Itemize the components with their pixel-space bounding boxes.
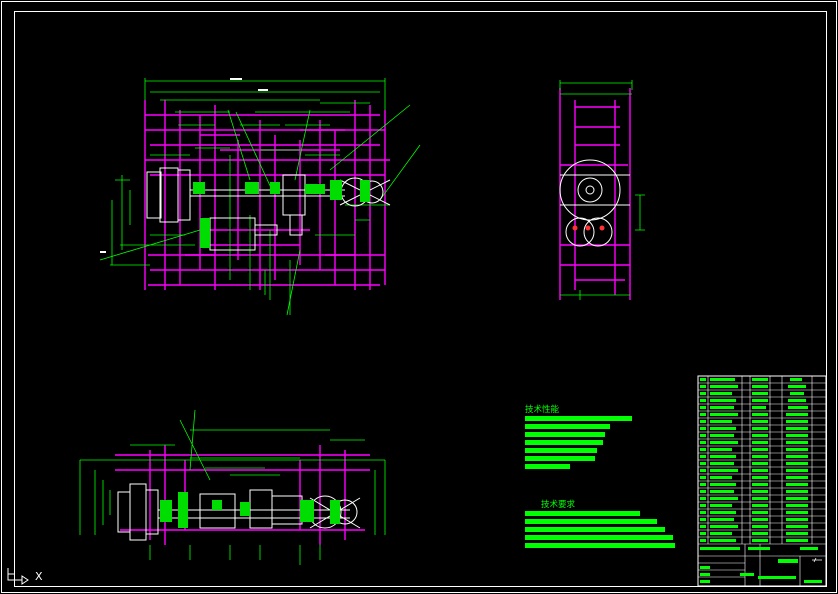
ucs-icon: X <box>7 568 43 585</box>
technical-performance-lines <box>525 416 632 469</box>
technical-requirements-lines <box>525 511 675 548</box>
cad-drawing-canvas[interactable]: 技术性能 技术要求 X <box>0 0 838 594</box>
plan-view-geometry <box>117 483 361 541</box>
technical-performance-heading: 技术性能 <box>525 404 560 415</box>
side-view-shafts <box>572 225 605 231</box>
technical-requirements-block: 技术要求 <box>525 499 675 548</box>
technical-performance-block: 技术性能 <box>525 404 632 469</box>
side-view-geometry <box>559 159 630 247</box>
outer-frame <box>1 1 837 593</box>
inner-frame <box>14 11 827 587</box>
drawing-number-mark <box>812 557 822 563</box>
front-view-hidden-lines <box>144 100 390 290</box>
front-view-label-ticks <box>100 78 268 253</box>
front-view-geometry <box>146 167 391 251</box>
plan-view[interactable] <box>79 409 386 565</box>
side-view[interactable] <box>559 80 645 300</box>
parts-list-entries <box>700 378 822 583</box>
plan-view-dimensions <box>79 409 386 565</box>
front-view[interactable] <box>99 78 421 316</box>
parts-list-table[interactable] <box>697 375 827 587</box>
technical-requirements-heading: 技术要求 <box>541 499 576 510</box>
ucs-axis-label: X <box>35 570 43 583</box>
